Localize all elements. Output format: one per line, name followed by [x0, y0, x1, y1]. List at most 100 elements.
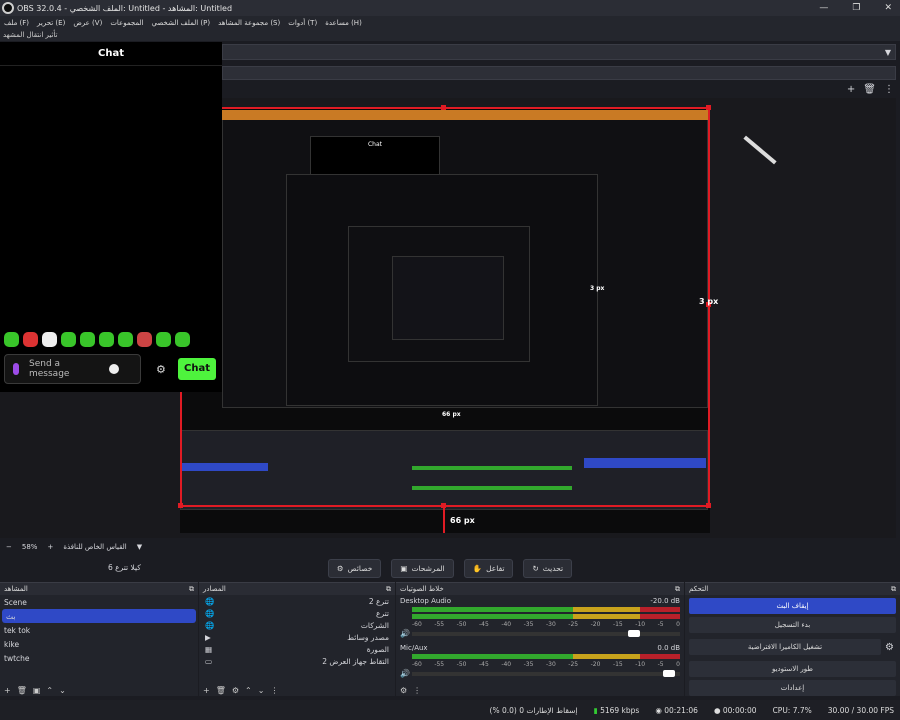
refresh-button[interactable]: ↻ تحديث [523, 558, 573, 578]
speaker-icon[interactable]: 🔊 [400, 669, 410, 678]
window-title: OBS 32.0.4 - الملف الشخصي: Untitled - ال… [17, 3, 233, 13]
move-down-icon[interactable]: ⌄ [258, 686, 265, 695]
dock-menu-icon[interactable]: ⧉ [675, 585, 680, 594]
scene-transition-dropdown[interactable]: ▼ [222, 44, 896, 60]
scene-item[interactable]: tek tok [0, 623, 198, 637]
virtual-camera-button[interactable]: تشغيل الكاميرا الافتراضية [689, 639, 882, 655]
chat-placeholder-line1: Send a [29, 359, 61, 369]
zoom-out-icon[interactable]: − [6, 543, 12, 551]
emoji-icon[interactable] [109, 364, 119, 374]
record-icon: ● [713, 705, 721, 715]
zoom-in-icon[interactable]: + [47, 543, 53, 551]
globe-icon: 🌐 [205, 596, 215, 606]
zoom-fit-label[interactable]: القياس الخاص للنافذة [63, 543, 126, 551]
emote-icon[interactable] [175, 332, 190, 347]
emote-icon[interactable] [80, 332, 95, 347]
delete-scene-icon[interactable]: 🗑 [17, 686, 27, 695]
add-scene-icon[interactable]: + [4, 686, 11, 695]
more-icon[interactable]: ⋮ [884, 84, 894, 95]
trash-icon[interactable]: 🗑 [863, 84, 876, 95]
speaker-icon[interactable]: 🔊 [400, 629, 410, 638]
chat-send-button[interactable]: Chat [178, 358, 216, 380]
dock-menu-icon[interactable]: ⧉ [189, 585, 194, 594]
menu-file[interactable]: ملف (F) [4, 19, 29, 27]
move-up-icon[interactable]: ⌃ [46, 686, 53, 695]
volume-slider-knob[interactable] [662, 670, 675, 677]
resize-handle[interactable] [441, 503, 446, 508]
source-item[interactable]: 🌐 الشركات [199, 619, 395, 631]
menu-help[interactable]: مساعدة (H) [325, 19, 362, 27]
scene-item[interactable]: kike [0, 637, 198, 651]
menu-tools[interactable]: أدوات (T) [288, 19, 317, 27]
add-source-icon[interactable]: + [203, 686, 210, 695]
dock-menu-icon[interactable]: ⧉ [386, 585, 391, 594]
menu-view[interactable]: عرض (V) [73, 19, 102, 27]
more-icon[interactable]: ⋮ [270, 686, 278, 695]
move-up-icon[interactable]: ⌃ [245, 686, 252, 695]
source-properties-icon[interactable]: ⚙ [232, 686, 239, 695]
scene-item[interactable]: twtche [0, 651, 198, 665]
emote-icon[interactable] [42, 332, 57, 347]
source-item[interactable]: 🌐 تترع 2 [199, 595, 395, 607]
meter-ticks: -60 -55 -50 -45 -40 -35 -30 -25 -20 -15 -10 -5 0 [412, 621, 680, 628]
menu-edit[interactable]: تحرير (E) [37, 19, 65, 27]
mixer-channel-mic: Mic/Aux 0.0 dB -60 -55 -50 -45 -40 -35 -30 -25 -2… [396, 642, 684, 682]
resize-handle[interactable] [178, 503, 183, 508]
properties-button[interactable]: ⚙ خصائص [327, 558, 382, 578]
move-down-icon[interactable]: ⌄ [59, 686, 66, 695]
close-icon[interactable]: ✕ [884, 3, 892, 13]
zoom-dropdown-icon[interactable]: ▼ [137, 543, 142, 551]
emote-icon[interactable] [118, 332, 133, 347]
resize-handle[interactable] [706, 105, 711, 110]
image-icon: ▦ [205, 644, 213, 654]
scene-filter-icon[interactable]: ▣ [33, 686, 41, 695]
volume-slider[interactable] [412, 670, 680, 677]
emote-icon[interactable] [23, 332, 38, 347]
studio-mode-button[interactable]: طور الاستوديو [689, 661, 896, 677]
chat-message-input[interactable]: Send a message [4, 354, 141, 384]
source-item[interactable]: ▭ التقاط جهاز العرض 2 [199, 655, 395, 667]
add-icon[interactable]: + [847, 84, 855, 95]
preview-canvas[interactable]: Chat [180, 108, 777, 533]
source-item[interactable]: ▦ الصورة [199, 643, 395, 655]
source-item[interactable]: ▶ مصدر وسائط [199, 631, 395, 643]
transition-duration-field[interactable] [222, 66, 896, 80]
menu-profile[interactable]: الملف الشخصي (P) [152, 19, 211, 27]
emote-icon[interactable] [61, 332, 76, 347]
scene-item[interactable]: Scene [0, 595, 198, 609]
nested-distance-label-bottom: 66 px [442, 411, 461, 418]
menu-groups[interactable]: المجموعات [110, 19, 143, 27]
dock-menu-icon[interactable]: ⧉ [891, 585, 896, 594]
filters-button[interactable]: ▣ المرشحات [391, 558, 454, 578]
stop-streaming-button[interactable]: إيقاف البث [689, 598, 896, 614]
volume-meter [412, 607, 680, 612]
emote-icon[interactable] [99, 332, 114, 347]
menu-scene-collection[interactable]: مجموعة المشاهد (S) [218, 19, 280, 27]
source-label: تترع [376, 608, 389, 618]
minimize-icon[interactable]: — [819, 3, 828, 13]
maximize-icon[interactable]: ❐ [852, 3, 860, 13]
mixer-settings-gear-icon[interactable]: ⚙ [400, 686, 407, 695]
properties-label: خصائص [347, 563, 373, 573]
scene-item-selected[interactable]: بث [2, 609, 196, 623]
settings-button[interactable]: إعدادات [689, 680, 896, 696]
emote-icon[interactable] [4, 332, 19, 347]
start-recording-button[interactable]: بدء التسجيل [689, 617, 896, 633]
chat-settings-gear-icon[interactable]: ⚙ [156, 363, 166, 376]
emote-row [4, 332, 190, 347]
volume-slider[interactable] [412, 630, 680, 637]
source-item[interactable]: 🌐 تترع [199, 607, 395, 619]
delete-source-icon[interactable]: 🗑 [216, 686, 226, 695]
zoom-level: 58% [21, 543, 38, 551]
emote-icon[interactable] [137, 332, 152, 347]
microphone-icon[interactable] [13, 363, 19, 375]
fps-readout: 30.00 / 30.00 FPS [827, 705, 894, 715]
volume-slider-knob[interactable] [627, 630, 640, 637]
record-time: 00:00:00 [722, 705, 757, 715]
resize-handle[interactable] [706, 503, 711, 508]
virtual-camera-gear-icon[interactable]: ⚙ [885, 642, 894, 653]
more-icon[interactable]: ⋮ [413, 686, 421, 695]
interact-button[interactable]: ✋ تفاعل [463, 558, 514, 578]
resize-handle[interactable] [441, 105, 446, 110]
emote-icon[interactable] [156, 332, 171, 347]
